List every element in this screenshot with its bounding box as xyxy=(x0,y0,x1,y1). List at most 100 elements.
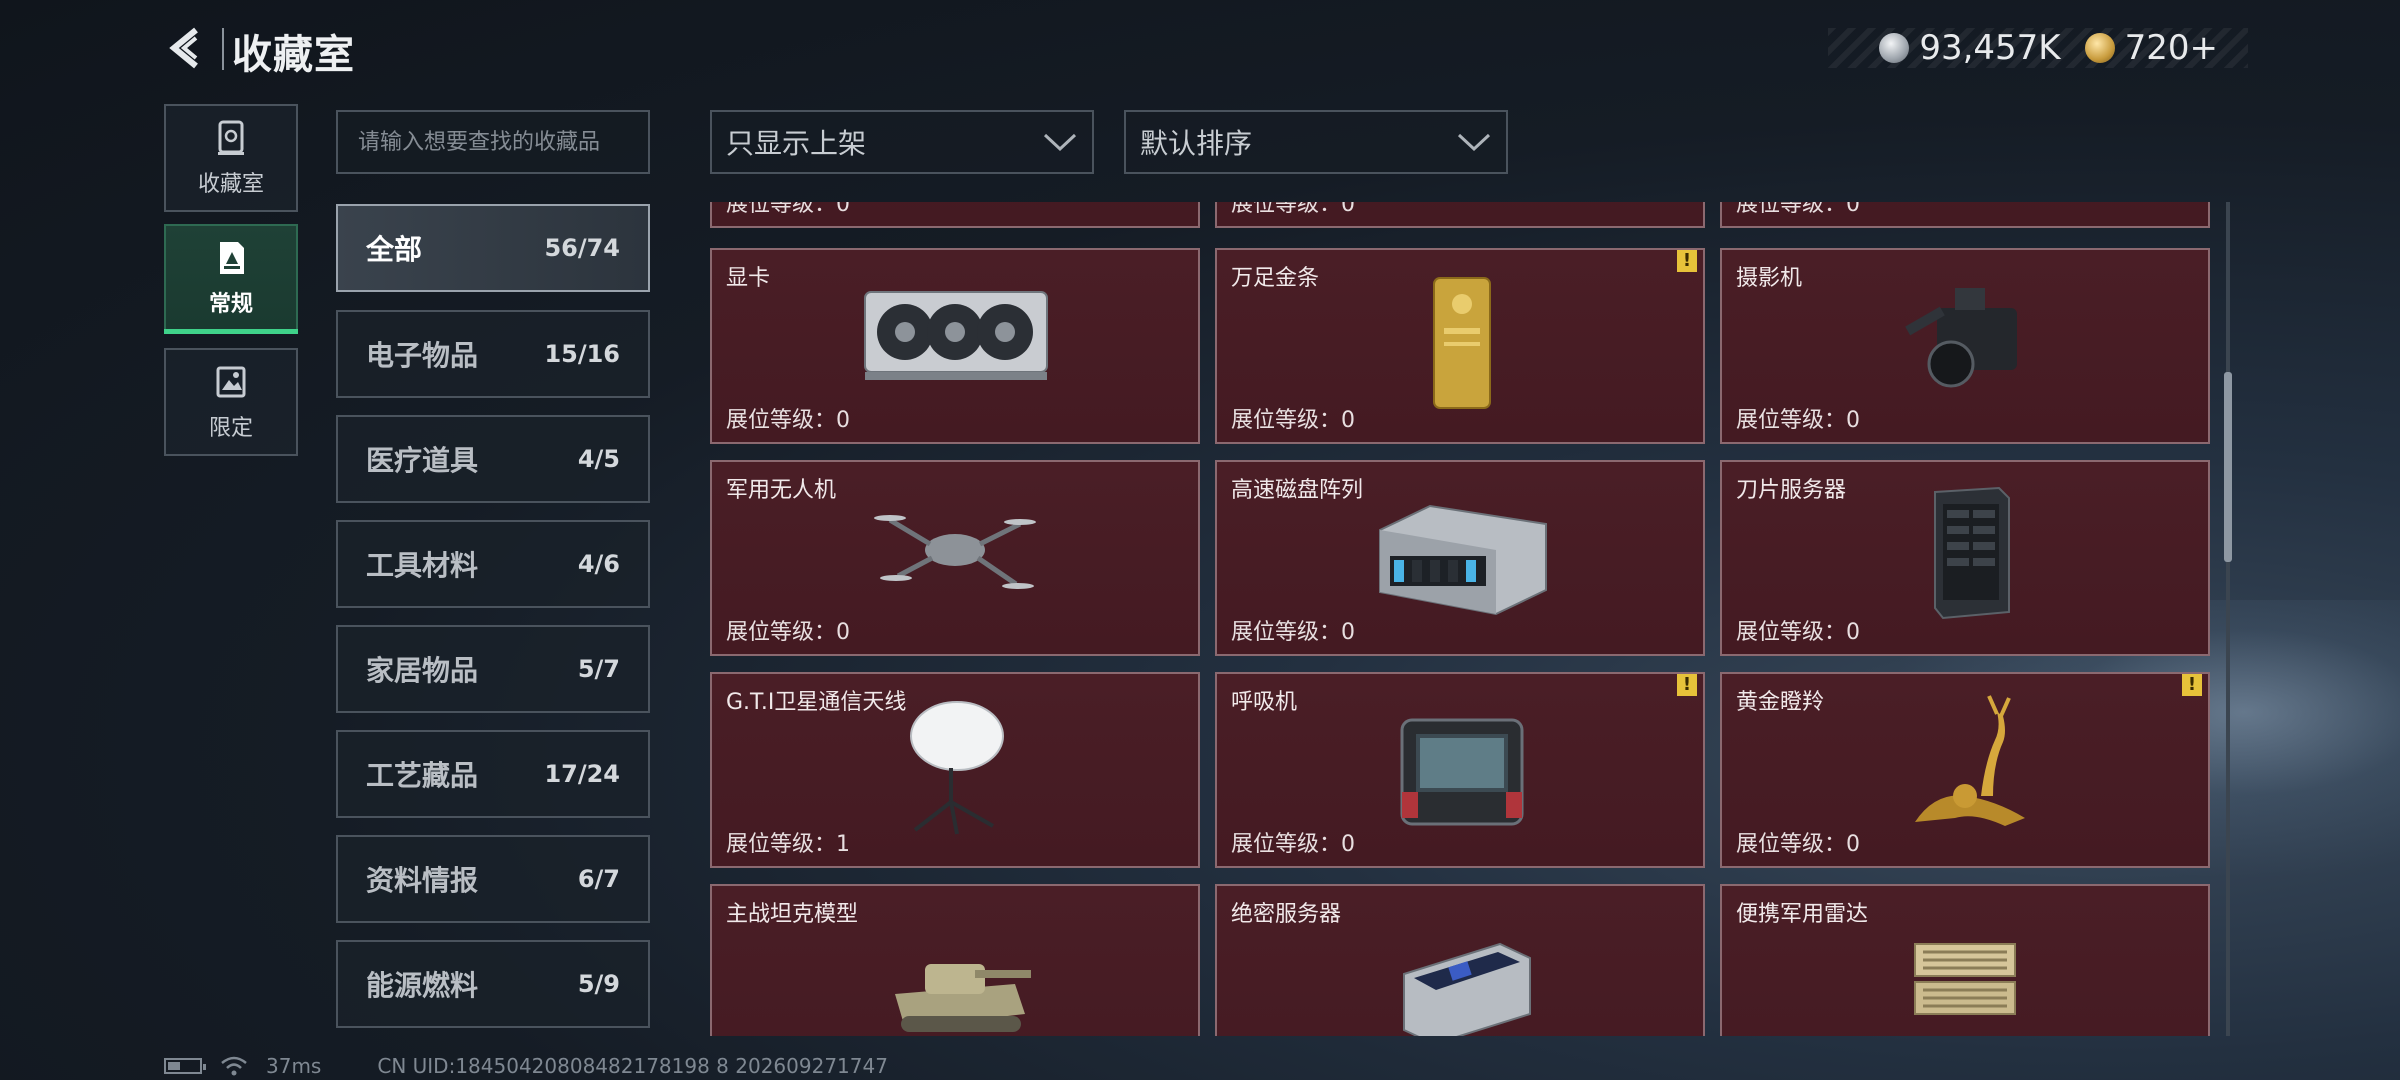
nav-limited[interactable]: 限定 xyxy=(164,348,298,456)
card-level: 展位等级：0 xyxy=(726,408,850,433)
sort-dropdown[interactable]: 默认排序 xyxy=(1124,110,1508,174)
card-level: 展位等级：0 xyxy=(1736,202,1860,217)
card-level: 展位等级：0 xyxy=(726,202,850,217)
collection-card-camera[interactable]: 摄影机 展位等级：0 xyxy=(1720,248,2210,444)
category-count: 5/7 xyxy=(577,655,620,683)
card-name: 万足金条 xyxy=(1231,266,1320,291)
card-level: 展位等级：1 xyxy=(726,832,850,857)
category-household[interactable]: 家居物品 5/7 xyxy=(336,625,650,713)
tank-model-icon xyxy=(895,964,1031,1032)
camera-icon xyxy=(1905,288,2017,388)
card-name: 刀片服务器 xyxy=(1736,478,1847,503)
category-count: 4/5 xyxy=(577,445,620,473)
grid-scrollbar-thumb[interactable] xyxy=(2224,372,2232,562)
collection-card-blade-server[interactable]: 刀片服务器 展位等级：0 xyxy=(1720,460,2210,656)
alert-badge-icon: ! xyxy=(1677,250,1697,272)
category-name: 工具材料 xyxy=(366,549,479,582)
category-name: 能源燃料 xyxy=(366,969,479,1002)
collection-card-partial[interactable]: 展位等级：0 xyxy=(1720,202,2210,228)
secret-server-icon xyxy=(1403,942,1531,1036)
collection-card-partial[interactable]: 展位等级：0 xyxy=(1215,202,1705,228)
card-level: 展位等级：0 xyxy=(1736,832,1860,857)
back-button[interactable] xyxy=(160,22,212,74)
disk-array-icon xyxy=(1379,504,1547,616)
category-medical[interactable]: 医疗道具 4/5 xyxy=(336,415,650,503)
card-name: 显卡 xyxy=(726,266,771,291)
category-name: 全部 xyxy=(366,233,423,266)
card-level: 展位等级：0 xyxy=(1231,202,1355,217)
category-name: 医疗道具 xyxy=(366,444,479,477)
gold-bar-icon xyxy=(1433,277,1491,409)
portable-radar-icon xyxy=(1914,943,2016,1015)
collection-card-secret-server[interactable]: 绝密服务器 xyxy=(1215,884,1705,1036)
collection-card-portable-radar[interactable]: 便携军用雷达 xyxy=(1720,884,2210,1036)
chevron-down-icon xyxy=(1043,133,1077,152)
collection-card-ventilator[interactable]: 呼吸机 ! 展位等级：0 xyxy=(1215,672,1705,868)
nav-regular[interactable]: 常规 xyxy=(164,224,298,334)
sort-value: 默认排序 xyxy=(1140,127,1253,160)
card-level: 展位等级：0 xyxy=(1231,620,1355,645)
card-name: 主战坦克模型 xyxy=(726,902,859,927)
card-level: 展位等级：0 xyxy=(1231,832,1355,857)
category-intel[interactable]: 资料情报 6/7 xyxy=(336,835,650,923)
gpu-icon xyxy=(864,291,1048,380)
collection-grid: 展位等级：0 展位等级：0 展位等级：0 显卡 展位等级：0 万足金条 ! 展位… xyxy=(710,202,2210,1036)
category-name: 资料情报 xyxy=(366,864,479,897)
card-name: G.T.I卫星通信天线 xyxy=(726,690,907,715)
card-level: 展位等级：0 xyxy=(1736,620,1860,645)
gold-coin-icon xyxy=(2084,33,2115,63)
status-footer: 37ms CN UID:18450420808482178198 8 20260… xyxy=(164,1054,888,1078)
card-name: 摄影机 xyxy=(1736,266,1803,291)
collection-card-tank-model[interactable]: 主战坦克模型 xyxy=(710,884,1200,1036)
category-count: 56/74 xyxy=(544,234,620,262)
battery-icon xyxy=(164,1058,206,1074)
silver-coin-icon xyxy=(1879,33,1910,63)
category-tools[interactable]: 工具材料 4/6 xyxy=(336,520,650,608)
category-electronics[interactable]: 电子物品 15/16 xyxy=(336,310,650,398)
collection-card-partial[interactable]: 展位等级：0 xyxy=(710,202,1200,228)
collection-card-satellite-dish[interactable]: G.T.I卫星通信天线 展位等级：1 xyxy=(710,672,1200,868)
alert-badge-icon: ! xyxy=(1677,674,1697,696)
card-name: 高速磁盘阵列 xyxy=(1231,478,1364,503)
alert-badge-icon: ! xyxy=(2182,674,2202,696)
nav-collection-room[interactable]: 收藏室 xyxy=(164,104,298,212)
collection-card-disk-array[interactable]: 高速磁盘阵列 展位等级：0 xyxy=(1215,460,1705,656)
collection-card-gold-bar[interactable]: 万足金条 ! 展位等级：0 xyxy=(1215,248,1705,444)
nav-label: 收藏室 xyxy=(197,172,264,197)
card-name: 呼吸机 xyxy=(1231,690,1298,715)
ping-value: 37ms xyxy=(266,1054,322,1078)
category-count: 15/16 xyxy=(544,340,620,368)
ventilator-icon xyxy=(1400,718,1524,826)
collection-card-golden-gazelle[interactable]: 黄金瞪羚 ! 展位等级：0 xyxy=(1720,672,2210,868)
chevron-down-icon xyxy=(1457,133,1491,152)
wifi-icon xyxy=(221,1056,247,1076)
category-name: 工艺藏品 xyxy=(366,759,479,792)
card-name: 军用无人机 xyxy=(726,478,837,503)
category-energy[interactable]: 能源燃料 5/9 xyxy=(336,940,650,1028)
category-name: 电子物品 xyxy=(366,339,479,372)
category-count: 6/7 xyxy=(577,865,620,893)
category-count: 4/6 xyxy=(577,550,620,578)
title-divider xyxy=(222,28,224,70)
card-name: 黄金瞪羚 xyxy=(1736,690,1825,715)
blade-server-icon xyxy=(1934,486,2010,620)
category-name: 家居物品 xyxy=(366,654,479,687)
card-level: 展位等级：0 xyxy=(1736,408,1860,433)
satellite-dish-icon xyxy=(910,701,1004,835)
card-name: 绝密服务器 xyxy=(1231,902,1342,927)
category-all[interactable]: 全部 56/74 xyxy=(336,204,650,292)
category-crafts[interactable]: 工艺藏品 17/24 xyxy=(336,730,650,818)
nav-label: 限定 xyxy=(208,416,253,441)
collection-card-drone[interactable]: 军用无人机 展位等级：0 xyxy=(710,460,1200,656)
display-filter-dropdown[interactable]: 只显示上架 xyxy=(710,110,1094,174)
collection-card-gpu[interactable]: 显卡 展位等级：0 xyxy=(710,248,1200,444)
limited-icon xyxy=(216,366,246,398)
category-count: 17/24 xyxy=(544,760,620,788)
regular-icon xyxy=(220,242,244,274)
search-input[interactable] xyxy=(336,110,650,174)
silver-amount: 93,457K xyxy=(1919,28,2061,68)
grid-scrollbar-track[interactable] xyxy=(2226,202,2230,1036)
category-count: 5/9 xyxy=(577,970,620,998)
nav-label: 常规 xyxy=(208,292,253,317)
currency-bar: 93,457K 720+ xyxy=(1828,28,2248,68)
